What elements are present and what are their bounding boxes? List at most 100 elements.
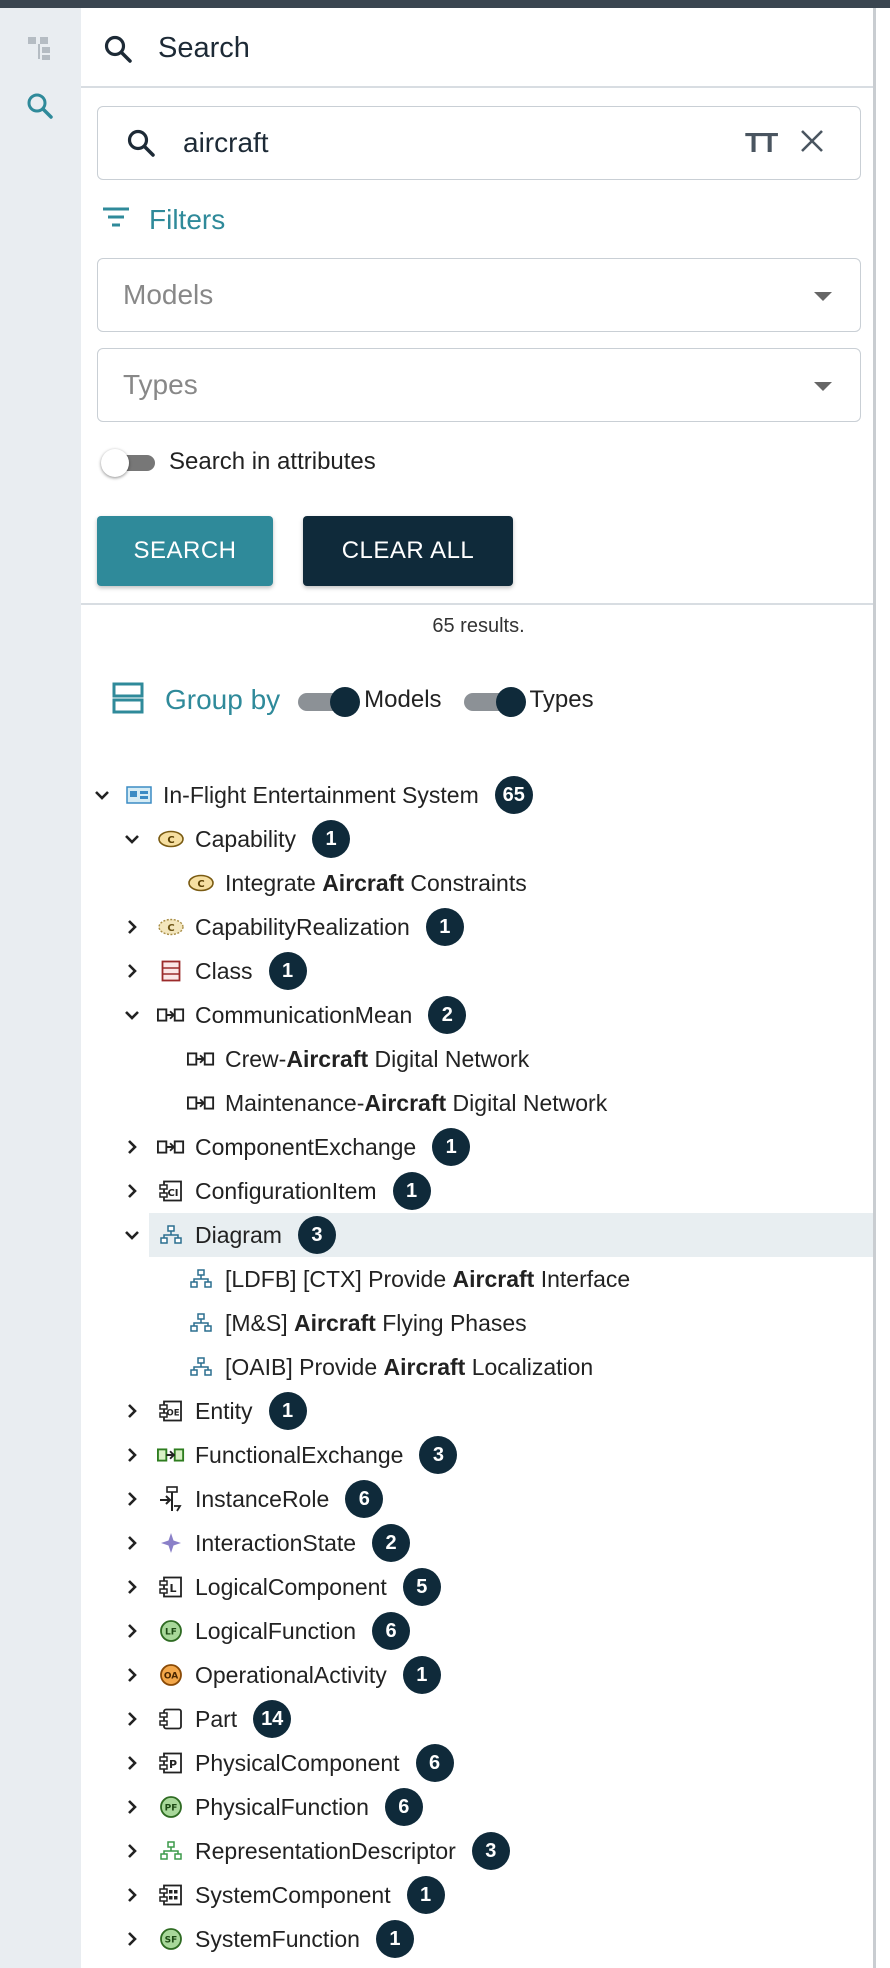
search-in-attributes-toggle[interactable]: Search in attributes (101, 448, 376, 477)
tree-group-entity[interactable]: OE Entity 1 (81, 1389, 876, 1433)
match-case-toggle[interactable]: TT (745, 127, 778, 159)
chevron-right-icon[interactable] (121, 963, 143, 979)
search-field[interactable]: TT (97, 106, 861, 180)
tree-result-item[interactable]: [LDFB] [CTX] Provide Aircraft Interface (81, 1257, 876, 1301)
svg-text:L: L (169, 1582, 176, 1595)
tree-group-part[interactable]: Part 14 (81, 1697, 876, 1741)
count-badge: 1 (375, 1920, 414, 1958)
svg-text:P: P (169, 1758, 177, 1771)
tree-group-capabilityrealization[interactable]: C CapabilityRealization 1 (81, 905, 876, 949)
tree-group-logicalcomponent[interactable]: L LogicalComponent 5 (81, 1565, 876, 1609)
tree-group-physicalfunction[interactable]: PF PhysicalFunction 6 (81, 1785, 876, 1829)
svg-text:LF: LF (165, 1628, 177, 1638)
tree-group-systemfunction[interactable]: SF SystemFunction 1 (81, 1917, 876, 1961)
tree-group-capability[interactable]: C Capability 1 (81, 817, 876, 861)
tree-group-functionalexchange[interactable]: FunctionalExchange 3 (81, 1433, 876, 1477)
chevron-right-icon[interactable] (121, 1623, 143, 1639)
chevron-right-icon[interactable] (121, 1931, 143, 1947)
tree-result-label: Crew-Aircraft Digital Network (225, 1045, 530, 1072)
tree-group-configurationitem[interactable]: CI ConfigurationItem 1 (81, 1169, 876, 1213)
count-badge: 1 (268, 952, 307, 990)
count-badge: 3 (419, 1436, 458, 1474)
tree-root-item[interactable]: In-Flight Entertainment System 65 (81, 773, 876, 817)
tree-group-physicalcomponent[interactable]: P PhysicalComponent 6 (81, 1741, 876, 1785)
chevron-right-icon[interactable] (121, 919, 143, 935)
tree-result-label: [M&S] Aircraft Flying Phases (225, 1309, 527, 1336)
chevron-right-icon[interactable] (121, 1535, 143, 1551)
models-select[interactable]: Models (97, 258, 861, 332)
chevron-right-icon[interactable] (121, 1799, 143, 1815)
tree-result-item[interactable]: [M&S] Aircraft Flying Phases (81, 1301, 876, 1345)
tree-result-item[interactable]: Maintenance-Aircraft Digital Network (81, 1081, 876, 1125)
clear-all-button[interactable]: CLEAR ALL (303, 516, 513, 586)
group-by-types-switch[interactable] (463, 685, 530, 717)
search-button[interactable]: SEARCH (97, 516, 273, 586)
group-by-icon (111, 681, 145, 720)
model-explorer-icon[interactable] (18, 26, 62, 70)
tree-group-class[interactable]: Class 1 (81, 949, 876, 993)
panel-title: Search (158, 32, 250, 64)
chevron-right-icon[interactable] (121, 1139, 143, 1155)
tree-group-label: Part (195, 1705, 238, 1732)
tree-group-interactionstate[interactable]: InteractionState 2 (81, 1521, 876, 1565)
divider (81, 603, 876, 605)
count-badge: 2 (428, 996, 467, 1034)
toggle-switch[interactable] (101, 449, 157, 477)
count-badge: 65 (494, 776, 533, 814)
search-input[interactable] (183, 123, 683, 163)
diagram-icon (187, 1269, 215, 1289)
count-badge: 2 (372, 1524, 411, 1562)
chevron-right-icon[interactable] (121, 1667, 143, 1683)
chevron-down-icon[interactable] (91, 788, 113, 802)
chevron-down-icon[interactable] (121, 832, 143, 846)
chevron-right-icon[interactable] (121, 1183, 143, 1199)
search-in-attributes-label: Search in attributes (169, 448, 376, 475)
activity-bar (0, 8, 81, 1968)
close-icon[interactable] (798, 127, 826, 160)
chevron-right-icon[interactable] (121, 1491, 143, 1507)
tree-result-item[interactable]: C Integrate Aircraft Constraints (81, 861, 876, 905)
count-badge: 14 (253, 1700, 292, 1738)
chevron-down-icon[interactable] (121, 1008, 143, 1022)
tree-group-systemcomponent[interactable]: SystemComponent 1 (81, 1873, 876, 1917)
group-by-models-switch[interactable] (298, 685, 364, 717)
communication-mean-icon (187, 1094, 215, 1112)
panel-header: Search (81, 8, 876, 88)
tree-group-diagram[interactable]: Diagram 3 (125, 1213, 876, 1257)
tree-result-label: [LDFB] [CTX] Provide Aircraft Interface (225, 1265, 631, 1292)
chevron-right-icon[interactable] (121, 1843, 143, 1859)
diagram-icon (187, 1313, 215, 1333)
types-select[interactable]: Types (97, 348, 861, 422)
tree-group-label: LogicalFunction (195, 1617, 357, 1644)
count-badge: 3 (471, 1832, 510, 1870)
tree-group-instancerole[interactable]: InstanceRole 6 (81, 1477, 876, 1521)
tree-group-logicalfunction[interactable]: LF LogicalFunction 6 (81, 1609, 876, 1653)
tree-group-operationalactivity[interactable]: OA OperationalActivity 1 (81, 1653, 876, 1697)
chevron-right-icon[interactable] (121, 1755, 143, 1771)
tree-group-componentexchange[interactable]: ComponentExchange 1 (81, 1125, 876, 1169)
svg-text:OE: OE (166, 1409, 179, 1419)
chevron-right-icon[interactable] (121, 1579, 143, 1595)
diagram-icon (187, 1357, 215, 1377)
tree-group-representationdescriptor[interactable]: RepresentationDescriptor 3 (81, 1829, 876, 1873)
communication-mean-icon (187, 1050, 215, 1068)
group-by-types-label: Types (529, 686, 594, 713)
system-function-icon: SF (157, 1927, 185, 1951)
search-view-icon[interactable] (18, 84, 62, 128)
filters-toggle[interactable]: Filters (101, 204, 225, 236)
chevron-down-icon[interactable] (121, 1228, 143, 1242)
scrollbar[interactable] (873, 8, 876, 1968)
tree-group-label: CommunicationMean (195, 1001, 413, 1028)
tree-result-item[interactable]: Crew-Aircraft Digital Network (81, 1037, 876, 1081)
chevron-right-icon[interactable] (121, 1887, 143, 1903)
system-component-icon (157, 1884, 185, 1906)
chevron-right-icon[interactable] (121, 1711, 143, 1727)
tree-group-label: SystemComponent (195, 1881, 391, 1908)
chevron-right-icon[interactable] (121, 1403, 143, 1419)
model-icon (125, 785, 153, 805)
tree-group-label: PhysicalComponent (195, 1749, 400, 1776)
count-badge: 1 (312, 820, 350, 858)
tree-group-communicationmean[interactable]: CommunicationMean 2 (81, 993, 876, 1037)
chevron-right-icon[interactable] (121, 1447, 143, 1463)
tree-result-item[interactable]: [OAIB] Provide Aircraft Localization (81, 1345, 876, 1389)
